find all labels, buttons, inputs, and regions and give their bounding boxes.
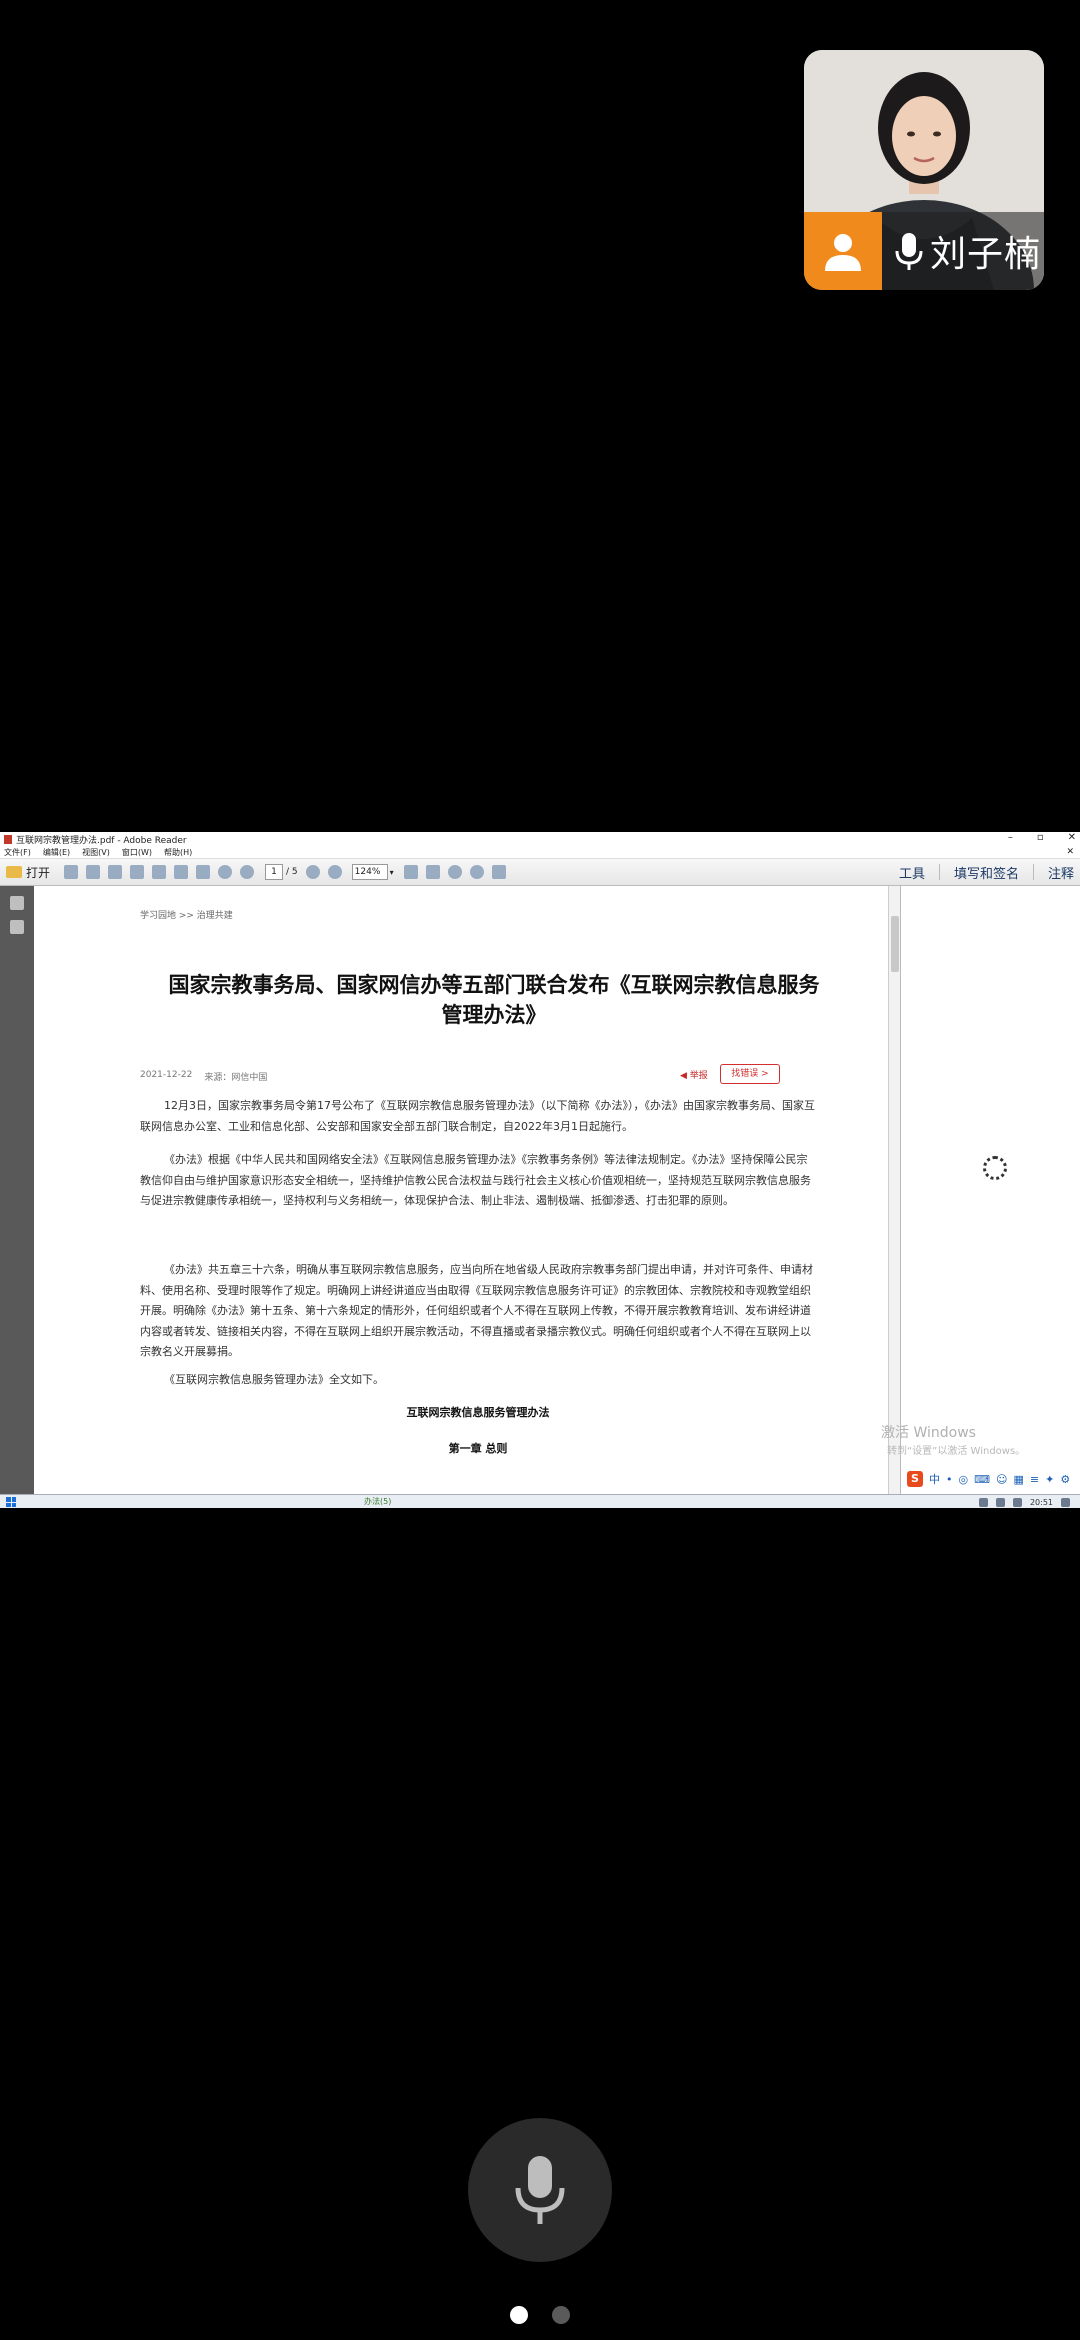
page-dot-2[interactable] [552,2306,570,2324]
menu-help[interactable]: 帮助(H) [164,847,192,858]
sign-icon[interactable] [469,865,484,879]
window-title: 互联网宗教管理办法.pdf - Adobe Reader [16,835,187,846]
zoom-in-icon[interactable] [327,865,342,879]
user-icon [825,234,861,271]
navigation-panel [0,886,34,1494]
avatar [804,212,882,290]
folder-icon [6,866,22,878]
minimize-button[interactable]: – [1008,832,1013,843]
expand-icon[interactable] [491,865,506,879]
reader-toolbar: 打开 1 / 5 124% ▾ 工具 填写和签名 注释 [0,859,1080,886]
previous-page-icon[interactable] [218,865,233,879]
tools-side-panel: 激活 Windows 转到“设置”以激活 Windows。 S 中 • ◎ ⌨ … [881,886,1080,1494]
close-window-button[interactable]: ✕ [1068,832,1076,843]
system-tray: 20:51 [978,1495,1070,1508]
windows-taskbar: 办法(5) 20:51 [0,1494,1080,1508]
next-page-icon[interactable] [240,865,255,879]
cloud-icon[interactable] [130,865,145,879]
zoom-select[interactable]: 124% [351,864,388,880]
email-icon[interactable] [196,865,211,879]
fill-sign-tab[interactable]: 填写和签名 [954,863,1019,882]
paragraph: 《办法》共五章三十六条，明确从事互联网宗教信息服务，应当向所在地省级人民政府宗教… [140,1263,813,1358]
document-work-area: 学习园地 >> 治理共建 国家宗教事务局、国家网信办等五部门联合发布《互联网宗教… [0,886,1080,1494]
activate-windows-title: 激活 Windows [881,1425,976,1441]
report-error-button[interactable]: 找错误 > [720,1064,780,1084]
article-source: 来源：网信中国 [204,1073,268,1083]
chapter-heading: 第一章 总则 [448,1442,508,1455]
comment-icon[interactable] [447,865,462,879]
attachment-icon[interactable] [10,920,24,934]
page-indicator [510,2306,570,2324]
security-icon[interactable] [1012,1497,1022,1507]
activate-windows-hint: 转到“设置”以激活 Windows。 [887,1446,1026,1457]
ime-menu-icon[interactable]: ≡ [1030,1473,1039,1486]
volume-icon[interactable] [995,1497,1005,1507]
menu-view[interactable]: 视图(V) [82,847,110,858]
menu-edit[interactable]: 编辑(E) [43,847,70,858]
participant-name: 刘子楠 [930,234,1042,275]
page-number-input[interactable]: 1 [265,864,284,880]
clock[interactable]: 20:51 [1030,1498,1053,1507]
print-icon[interactable] [174,865,189,879]
shared-screen: 互联网宗教管理办法.pdf - Adobe Reader – ▫ ✕ 文件(F)… [0,832,1080,1508]
report-link[interactable]: ◀ 举报 [680,1068,708,1081]
page-dot-1[interactable] [510,2306,528,2324]
page-total: / 5 [286,867,298,877]
ime-mode[interactable]: 中 [929,1471,940,1487]
ime-logo-icon[interactable]: S [907,1471,923,1487]
combine-icon[interactable] [86,865,101,879]
menu-window[interactable]: 窗口(W) [122,847,152,858]
ime-settings-icon[interactable]: ⚙ [1060,1473,1070,1486]
pages-thumbnail-icon[interactable] [10,896,24,910]
create-pdf-icon[interactable] [64,865,79,879]
paragraph: 《办法》根据《中华人民共和国网络安全法》《互联网信息服务管理办法》《宗教事务条例… [140,1153,811,1207]
ime-keyboard-icon[interactable]: ⌨ [974,1473,990,1486]
comment-tab[interactable]: 注释 [1048,863,1074,882]
article-meta: 2021-12-22 来源：网信中国 [140,1070,267,1083]
ime-punct-icon[interactable]: • [946,1473,953,1486]
ime-voice-icon[interactable]: ◎ [959,1473,969,1486]
menu-file[interactable]: 文件(F) [4,847,31,858]
ime-skin-icon[interactable]: ✦ [1045,1473,1054,1486]
breadcrumb: 学习园地 >> 治理共建 [140,911,233,921]
divider [938,864,940,880]
ime-toolbar: S 中 • ◎ ⌨ ☺ ▦ ≡ ✦ ⚙ [907,1470,1070,1488]
tools-tab[interactable]: 工具 [899,863,925,882]
paragraph: 12月3日，国家宗教事务局令第17号公布了《互联网宗教信息服务管理办法》（以下简… [140,1099,815,1133]
chevron-down-icon[interactable]: ▾ [390,868,394,877]
window-titlebar: 互联网宗教管理办法.pdf - Adobe Reader – ▫ ✕ [0,832,1080,846]
zoom-out-icon[interactable] [305,865,320,879]
close-document-button[interactable]: ✕ [1066,847,1074,857]
maximize-button[interactable]: ▫ [1037,832,1044,843]
scrollbar-thumb[interactable] [891,916,899,972]
divider [1032,864,1034,880]
windows-start-icon[interactable] [6,1497,16,1507]
window-controls: – ▫ ✕ [1008,832,1076,843]
network-icon[interactable] [978,1497,988,1507]
open-button[interactable]: 打开 [6,864,50,881]
participant-name-bar: 刘子楠 [804,212,1044,290]
microphone-icon [895,233,923,270]
fit-page-icon[interactable] [403,865,418,879]
ime-emoji-icon[interactable]: ☺ [996,1473,1007,1486]
participant-video-tile[interactable]: 刘子楠 [804,50,1044,290]
loading-spinner-icon [983,1156,1007,1180]
pdf-file-icon [4,834,12,844]
page-title: 国家宗教事务局、国家网信办等五部门联合发布《互联网宗教信息服务管理办法》 [168,973,820,1027]
section-subtitle: 互联网宗教信息服务管理办法 [406,1406,550,1419]
paragraph: 《互联网宗教信息服务管理办法》全文如下。 [164,1373,384,1386]
microphone-button[interactable] [468,2118,612,2262]
pdf-page: 学习园地 >> 治理共建 国家宗教事务局、国家网信办等五部门联合发布《互联网宗教… [34,886,888,1494]
taskbar-item[interactable]: 办法(5) [364,1496,391,1507]
open-label: 打开 [26,865,51,880]
toolbar-right-panel: 工具 填写和签名 注释 [899,859,1074,885]
ime-grid-icon[interactable]: ▦ [1013,1473,1023,1486]
publish-date: 2021-12-22 [140,1070,193,1080]
notification-icon[interactable] [1061,1497,1070,1507]
microphone-icon [515,2156,565,2224]
menu-bar: 文件(F) 编辑(E) 视图(V) 窗口(W) 帮助(H) ✕ [0,846,1080,859]
full-screen-icon[interactable] [425,865,440,879]
save-icon[interactable] [152,865,167,879]
edit-icon[interactable] [108,865,123,879]
